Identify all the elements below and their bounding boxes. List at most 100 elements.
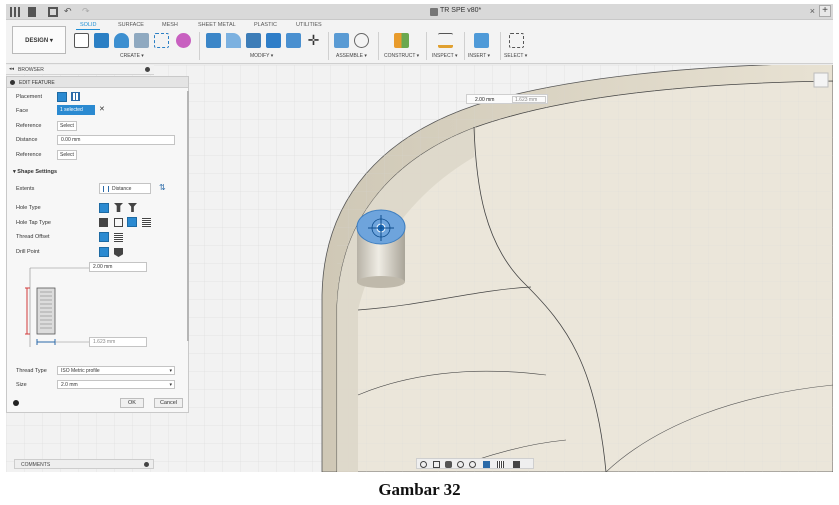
- hole-type-countersink-icon[interactable]: [128, 203, 137, 212]
- dimension-input-tooltip[interactable]: 2.00 mm 1.623 mm: [466, 94, 548, 104]
- placement-multiple-holes-button[interactable]: [71, 92, 80, 101]
- insert-menu[interactable]: INSERT ▾: [468, 53, 490, 59]
- distance-field[interactable]: 0.00 mm: [57, 135, 175, 145]
- tab-sheet-metal[interactable]: SHEET METAL: [198, 22, 236, 28]
- fit-icon[interactable]: [469, 461, 476, 468]
- dialog-scrollbar[interactable]: [187, 91, 189, 341]
- clear-selection-icon[interactable]: ✕: [99, 105, 105, 115]
- pattern-icon[interactable]: [154, 33, 169, 48]
- hole-type-counterbore-icon[interactable]: [114, 203, 123, 212]
- toolbar-ribbon: DESIGN ▾ SOLID SURFACE MESH SHEET METAL …: [6, 20, 833, 64]
- reference-label: Reference: [16, 152, 42, 158]
- extrude-icon[interactable]: [94, 33, 109, 48]
- create-form-icon[interactable]: [176, 33, 191, 48]
- measure-icon[interactable]: [438, 33, 453, 48]
- construct-menu[interactable]: CONSTRUCT ▾: [384, 53, 419, 59]
- tab-mesh[interactable]: MESH: [162, 22, 178, 28]
- hole-type-simple-button[interactable]: [99, 203, 109, 213]
- tap-simple-icon[interactable]: [99, 218, 108, 227]
- face-label: Face: [16, 108, 29, 114]
- shape-settings-section[interactable]: ▾ Shape Settings: [13, 169, 57, 175]
- redo-icon[interactable]: ↷: [82, 7, 92, 17]
- pan-icon[interactable]: [445, 461, 452, 468]
- viewcube[interactable]: [813, 72, 829, 88]
- ok-button[interactable]: OK: [120, 398, 144, 408]
- grid-settings-icon[interactable]: [497, 461, 504, 468]
- orbit-icon[interactable]: [420, 461, 427, 468]
- inspect-menu[interactable]: INSPECT ▾: [432, 53, 457, 59]
- select-menu[interactable]: SELECT ▾: [504, 53, 527, 59]
- workspace-switcher[interactable]: DESIGN ▾: [12, 26, 66, 54]
- browser-panel-header[interactable]: ◂◂ BROWSER: [6, 65, 154, 75]
- tap-clearance-icon[interactable]: [114, 218, 123, 227]
- tap-taper-icon[interactable]: [142, 218, 151, 227]
- reference-select-button-2[interactable]: Select: [57, 150, 77, 160]
- thread-offset-full-button[interactable]: [99, 232, 109, 242]
- flip-direction-icon[interactable]: ⇅: [159, 183, 166, 192]
- info-icon[interactable]: [13, 400, 19, 406]
- extents-dropdown[interactable]: Distance: [99, 183, 151, 194]
- look-at-icon[interactable]: [433, 461, 440, 468]
- thread-type-dropdown[interactable]: ISO Metric profile ▾: [57, 366, 175, 375]
- create-sketch-icon[interactable]: [74, 33, 89, 48]
- combine-icon[interactable]: [286, 33, 301, 48]
- tap-tapped-button[interactable]: [127, 217, 137, 227]
- depth-field[interactable]: 2.00 mm: [89, 262, 147, 272]
- app-grid-icon[interactable]: [10, 7, 20, 17]
- drill-point-angle-icon[interactable]: [114, 248, 123, 257]
- dialog-title: EDIT FEATURE: [19, 80, 55, 86]
- tab-plastic[interactable]: PLASTIC: [254, 22, 277, 28]
- reference-select-button[interactable]: Select: [57, 121, 77, 131]
- distance-label: Distance: [16, 137, 38, 143]
- new-component-icon[interactable]: [334, 33, 349, 48]
- save-icon[interactable]: [48, 7, 58, 17]
- modify-menu[interactable]: MODIFY ▾: [250, 53, 273, 59]
- tab-surface[interactable]: SURFACE: [118, 22, 144, 28]
- comments-panel-header[interactable]: COMMENTS: [14, 459, 154, 469]
- extents-value: Distance: [112, 185, 132, 192]
- new-tab-button[interactable]: +: [819, 5, 831, 17]
- browser-pin-icon[interactable]: [145, 67, 150, 72]
- joint-icon[interactable]: [354, 33, 369, 48]
- revolve-icon[interactable]: [114, 33, 129, 48]
- close-tab-button[interactable]: ×: [810, 6, 815, 16]
- insert-image-icon[interactable]: [474, 33, 489, 48]
- thread-offset-label: Thread Offset: [16, 234, 50, 240]
- divider: [378, 32, 379, 60]
- zoom-icon[interactable]: [457, 461, 464, 468]
- chamfer-icon[interactable]: [246, 33, 261, 48]
- file-icon[interactable]: [28, 7, 36, 17]
- cancel-button[interactable]: Cancel: [154, 398, 183, 408]
- gear-icon: [10, 80, 15, 85]
- tab-utilities[interactable]: UTILITIES: [296, 22, 322, 28]
- thread-type-value: ISO Metric profile: [61, 367, 100, 374]
- offset-plane-icon[interactable]: [394, 33, 409, 48]
- dialog-header[interactable]: EDIT FEATURE: [7, 77, 188, 88]
- shell-icon[interactable]: [266, 33, 281, 48]
- hole-diagram: 2.00 mm 1.623 mm: [25, 262, 175, 357]
- fillet-icon[interactable]: [226, 33, 241, 48]
- tab-solid[interactable]: SOLID: [80, 22, 97, 28]
- viewports-icon[interactable]: [513, 461, 520, 468]
- extents-label: Extents: [16, 186, 35, 192]
- assemble-menu[interactable]: ASSEMBLE ▾: [336, 53, 367, 59]
- hole-icon[interactable]: [134, 33, 149, 48]
- dimension-depth-label[interactable]: 2.00 mm: [475, 97, 494, 103]
- undo-icon[interactable]: ↶: [64, 7, 74, 17]
- dimension-width-field[interactable]: 1.623 mm: [512, 96, 546, 103]
- move-icon[interactable]: ✛: [306, 33, 321, 48]
- collapse-browser-icon[interactable]: ◂◂: [9, 66, 14, 72]
- comments-add-icon[interactable]: [144, 462, 149, 467]
- thread-offset-partial-icon[interactable]: [114, 233, 123, 242]
- create-menu[interactable]: CREATE ▾: [120, 53, 144, 59]
- display-settings-icon[interactable]: [483, 461, 490, 468]
- select-icon[interactable]: [509, 33, 524, 48]
- navigation-bar: [416, 458, 534, 469]
- diameter-field[interactable]: 1.623 mm: [89, 337, 147, 347]
- face-selection-chip[interactable]: 1 selected: [57, 105, 95, 115]
- thread-type-label: Thread Type: [16, 368, 47, 374]
- drill-point-flat-button[interactable]: [99, 247, 109, 257]
- size-dropdown[interactable]: 2.0 mm ▾: [57, 380, 175, 389]
- press-pull-icon[interactable]: [206, 33, 221, 48]
- placement-single-hole-button[interactable]: [57, 92, 67, 102]
